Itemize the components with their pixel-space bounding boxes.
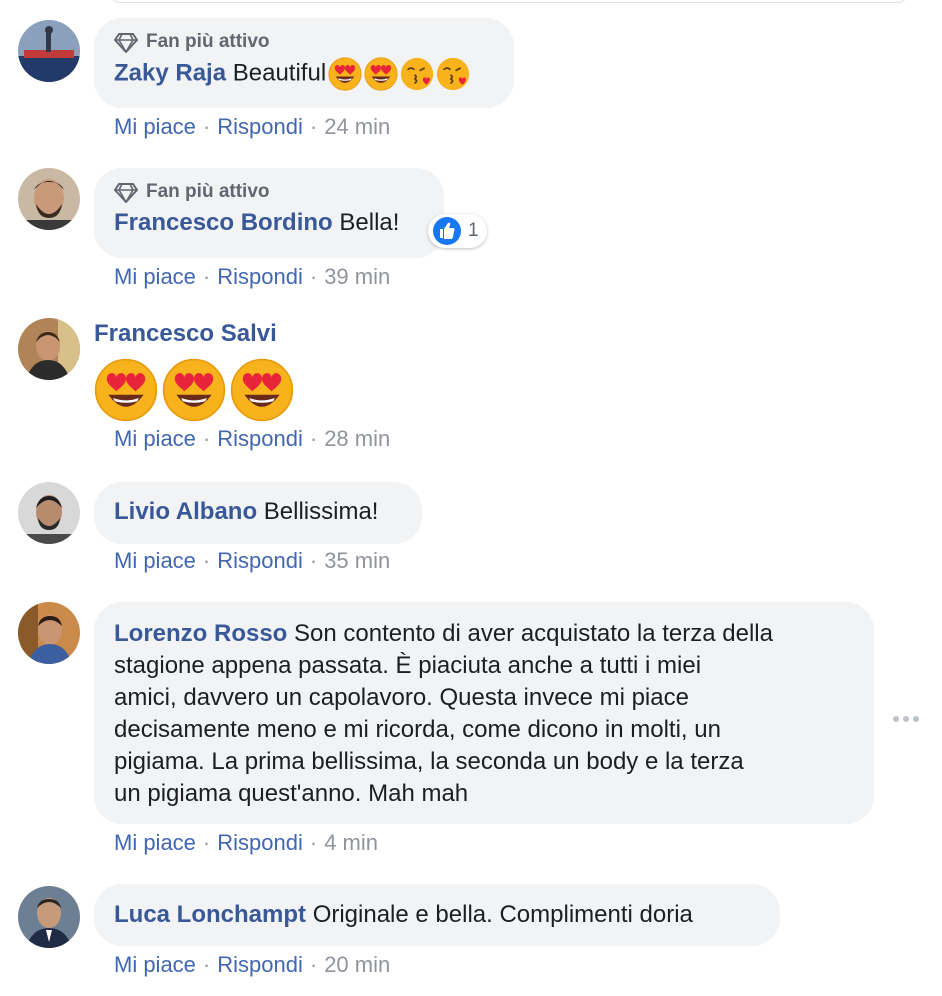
like-link[interactable]: Mi piace bbox=[114, 548, 196, 573]
heart-eyes-emoji bbox=[328, 57, 362, 91]
comment-bubble: Lorenzo Rosso Son contento di aver acqui… bbox=[94, 602, 874, 824]
previous-post-edge bbox=[108, 0, 910, 3]
heart-eyes-emoji bbox=[162, 358, 226, 422]
comment-text: Bellissima! bbox=[263, 498, 379, 525]
comment-actions: Mi piace · Rispondi · 35 min bbox=[114, 548, 391, 573]
reaction-count: 1 bbox=[468, 220, 479, 241]
avatar[interactable] bbox=[18, 482, 80, 544]
heart-eyes-emoji bbox=[94, 358, 158, 422]
comment-bubble: Luca Lonchampt Originale e bella. Compli… bbox=[94, 884, 780, 946]
avatar[interactable] bbox=[18, 20, 80, 82]
heart-eyes-emoji bbox=[230, 358, 294, 422]
comment-author[interactable]: Francesco Salvi bbox=[94, 320, 277, 348]
reply-link[interactable]: Rispondi bbox=[217, 548, 303, 573]
comment-bubble: Livio Albano Bellissima! bbox=[94, 482, 422, 544]
comment-actions: Mi piace · Rispondi · 28 min bbox=[114, 426, 391, 451]
comment-author[interactable]: Luca Lonchampt bbox=[114, 901, 306, 928]
comment-time[interactable]: 39 min bbox=[324, 264, 390, 289]
reply-link[interactable]: Rispondi bbox=[217, 264, 303, 289]
like-link[interactable]: Mi piace bbox=[114, 426, 196, 451]
comment-text-line: pigiama. La prima bellissima, la seconda… bbox=[114, 748, 744, 775]
like-reaction-icon bbox=[433, 217, 461, 245]
comment-actions: Mi piace · Rispondi · 39 min bbox=[114, 264, 391, 289]
reply-link[interactable]: Rispondi bbox=[217, 426, 303, 451]
like-link[interactable]: Mi piace bbox=[114, 114, 196, 139]
comment-text-line: Son contento di aver acquistato la terza… bbox=[294, 620, 773, 647]
comment-text-line: decisamente meno e mi ricorda, come dico… bbox=[114, 716, 721, 743]
comment-emojis bbox=[94, 358, 294, 427]
diamond-icon bbox=[114, 180, 138, 204]
comment-text: Beautiful bbox=[232, 59, 327, 87]
badge-label: Fan più attivo bbox=[146, 181, 270, 202]
like-link[interactable]: Mi piace bbox=[114, 830, 196, 855]
kissing-heart-emoji bbox=[400, 57, 434, 91]
comment-time[interactable]: 24 min bbox=[324, 114, 390, 139]
like-link[interactable]: Mi piace bbox=[114, 952, 196, 977]
reply-link[interactable]: Rispondi bbox=[217, 830, 303, 855]
comment-author[interactable]: Livio Albano bbox=[114, 498, 257, 525]
comment-text-line: amici, davvero un capolavoro. Questa inv… bbox=[114, 684, 689, 711]
comment-author[interactable]: Zaky Raja bbox=[114, 59, 226, 86]
comment-text: Originale e bella. Complimenti doria bbox=[312, 901, 693, 928]
comment-text-line: un pigiama quest'anno. Mah mah bbox=[114, 780, 469, 807]
comment-actions: Mi piace · Rispondi · 24 min bbox=[114, 114, 391, 139]
like-link[interactable]: Mi piace bbox=[114, 264, 196, 289]
comment-bubble: Fan più attivo Zaky Raja Beautiful bbox=[94, 18, 514, 108]
comment-text: Bella! bbox=[339, 209, 400, 236]
top-fan-badge: Fan più attivo bbox=[114, 27, 494, 57]
comment-actions: Mi piace · Rispondi · 4 min bbox=[114, 830, 378, 855]
comment-time[interactable]: 4 min bbox=[324, 830, 378, 855]
heart-eyes-emoji bbox=[364, 57, 398, 91]
comment-time[interactable]: 28 min bbox=[324, 426, 390, 451]
more-options-icon[interactable] bbox=[892, 712, 920, 726]
diamond-icon bbox=[114, 30, 138, 54]
comment-text-line: stagione appena passata. È piaciuta anch… bbox=[114, 652, 702, 679]
badge-label: Fan più attivo bbox=[146, 31, 270, 52]
reaction-summary[interactable]: 1 bbox=[428, 214, 487, 248]
kissing-heart-emoji bbox=[436, 57, 470, 91]
reply-link[interactable]: Rispondi bbox=[217, 952, 303, 977]
avatar[interactable] bbox=[18, 318, 80, 380]
reply-link[interactable]: Rispondi bbox=[217, 114, 303, 139]
comment-time[interactable]: 35 min bbox=[324, 548, 390, 573]
top-fan-badge: Fan più attivo bbox=[114, 177, 424, 207]
comment-time[interactable]: 20 min bbox=[324, 952, 390, 977]
avatar[interactable] bbox=[18, 602, 80, 664]
comment-bubble: Fan più attivo Francesco Bordino Bella! bbox=[94, 168, 444, 258]
comment-author[interactable]: Lorenzo Rosso bbox=[114, 620, 287, 647]
avatar[interactable] bbox=[18, 886, 80, 948]
comment-author[interactable]: Francesco Bordino bbox=[114, 209, 333, 236]
avatar[interactable] bbox=[18, 168, 80, 230]
comment-actions: Mi piace · Rispondi · 20 min bbox=[114, 952, 391, 977]
